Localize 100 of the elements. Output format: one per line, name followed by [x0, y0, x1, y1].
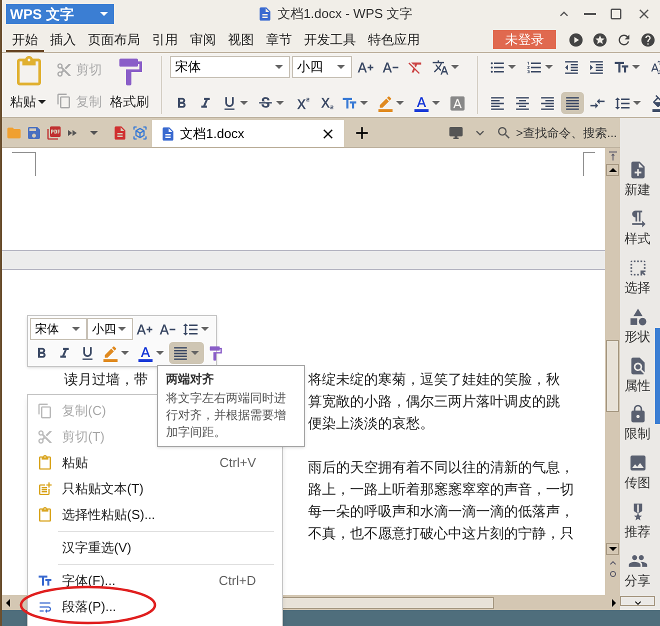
caret-icon [90, 130, 98, 134]
paste-button[interactable]: 粘贴 [6, 56, 52, 112]
indent-icon [588, 58, 605, 76]
search-field[interactable]: >查找命令、搜索... [496, 124, 616, 142]
vertical-scrollbar[interactable] [605, 148, 620, 595]
clipboard-icon [37, 507, 53, 523]
menu-item[interactable]: 粘贴 Ctrl+V [28, 450, 282, 476]
help-icon [640, 32, 656, 48]
caret-icon [508, 65, 516, 69]
scroll-down-button[interactable] [606, 543, 619, 555]
cube-icon [132, 124, 148, 140]
folder-icon [6, 124, 22, 140]
save-icon [26, 124, 42, 140]
format-painter-button[interactable]: 格式刷 [106, 56, 153, 112]
caret-icon [396, 101, 404, 105]
menu-item[interactable]: 选择性粘贴(S)... [28, 502, 282, 528]
copy-icon [56, 93, 72, 110]
body-text: 雨后的天空拥有着不同以往的清新的气息， [308, 458, 574, 477]
clipboard-icon [37, 481, 53, 497]
star-icon [592, 32, 608, 48]
align-icon [514, 94, 531, 112]
corner-mark [12, 152, 36, 176]
align-button[interactable] [561, 92, 584, 114]
menu-tab[interactable]: 引用 [146, 30, 184, 52]
tooltip-text: 将文字左右两端同时进行对齐，并根据需要增加字间距。 [166, 390, 287, 441]
caret-icon [632, 65, 640, 69]
caret-icon [100, 12, 108, 16]
caret-icon [633, 101, 641, 105]
caret-icon [451, 65, 459, 69]
menu-tab[interactable]: 插入 [44, 30, 82, 52]
body-text: 算宽敞的小路，偶尔三两片落叶调皮的跳 [308, 392, 560, 411]
side-panel-item[interactable]: 传图 [620, 449, 655, 498]
split-icon [606, 150, 618, 162]
body-text: 读月过墙，带 [64, 371, 148, 387]
menu-tab[interactable]: 开发工具 [298, 30, 362, 52]
menu-item[interactable]: 汉字重选(V) [28, 535, 282, 561]
menu-tab[interactable]: 页面布局 [82, 30, 146, 52]
outdent-icon [563, 58, 580, 76]
highlighter-icon [377, 94, 394, 112]
body-text: 便染上淡淡的哀愁。 [308, 414, 434, 433]
caret-down-icon [608, 547, 616, 551]
scroll-up-button[interactable] [606, 164, 619, 176]
body-text: 路上，一路上听着那窸窸窣窣的声音，一切 [308, 480, 574, 499]
font-size-select[interactable]: 小四 [87, 318, 133, 340]
menu-item[interactable]: 段落(P)... [28, 594, 282, 620]
caret-icon [118, 327, 126, 331]
caret-icon [38, 100, 46, 104]
side-panel-item[interactable]: 选择 [620, 254, 655, 303]
caret-icon [337, 65, 345, 69]
side-panel-item[interactable]: 推荐 [620, 498, 655, 548]
caret-icon [276, 101, 284, 105]
scroll-thumb[interactable] [606, 340, 619, 412]
side-panel-item[interactable]: 形状 [620, 302, 655, 352]
body-text: 将绽未绽的寒菊，逗笑了娃娃的笑脸，秋 [308, 370, 560, 389]
highlighter-icon [102, 344, 119, 362]
menu-tab[interactable]: 特色应用 [362, 30, 426, 52]
line-spacing-icon [182, 320, 199, 338]
align-icon [172, 344, 189, 362]
document-icon [160, 126, 176, 142]
panel-collapse-handle[interactable] [655, 328, 660, 424]
side-panel-item[interactable]: 样式 [620, 204, 655, 254]
side-panel-item[interactable]: 新建 [620, 156, 655, 205]
caret-icon [240, 101, 248, 105]
window-title: 文档1.docx - WPS 文字 [277, 5, 413, 24]
caret-right-icon [612, 598, 616, 606]
caret-left-icon [6, 598, 10, 606]
body-text: 不真，也不愿意打破心中这片刻的宁静，只 [308, 524, 574, 543]
caret-icon [121, 351, 129, 355]
line-spacing-icon [614, 94, 631, 112]
align-button[interactable] [169, 342, 204, 364]
pdf-icon [46, 124, 62, 140]
font-select[interactable]: 宋体 [170, 56, 290, 78]
side-panel-item[interactable]: 限制 [620, 400, 655, 450]
menu-tab[interactable]: 视图 [222, 30, 260, 52]
caret-icon [72, 327, 80, 331]
menu-item[interactable]: 只粘贴文本(T) [28, 476, 282, 502]
align-icon [564, 94, 581, 112]
body-text: 每一朵的呼吸声和水滴一滴一滴的低落声， [308, 502, 574, 521]
tooltip-title: 两端对齐 [166, 371, 215, 388]
caret-icon [432, 101, 440, 105]
menu-tab[interactable]: 审阅 [184, 30, 222, 52]
caret-icon [156, 351, 164, 355]
search-icon [496, 124, 512, 140]
maximize-icon [608, 6, 624, 22]
menu-tab[interactable]: 章节 [260, 30, 298, 52]
caret-icon [275, 65, 283, 69]
caret-icon [201, 327, 209, 331]
side-panel-item[interactable]: 属性 [620, 352, 655, 400]
font-select[interactable]: 宋体 [30, 318, 87, 340]
document-tab[interactable]: 文档1.docx [152, 120, 344, 147]
app-menu-button[interactable]: WPS 文字 [6, 4, 114, 24]
copy-icon [37, 403, 53, 419]
translate-icon [432, 58, 449, 76]
minimize-icon [584, 13, 596, 15]
monitor-icon [448, 124, 464, 140]
caret-icon [191, 351, 199, 355]
side-panel-item[interactable]: 分享 [620, 547, 655, 596]
font-size-select[interactable]: 小四 [292, 56, 352, 78]
image-icon [628, 453, 648, 474]
panel-scroll-button[interactable] [620, 596, 655, 606]
